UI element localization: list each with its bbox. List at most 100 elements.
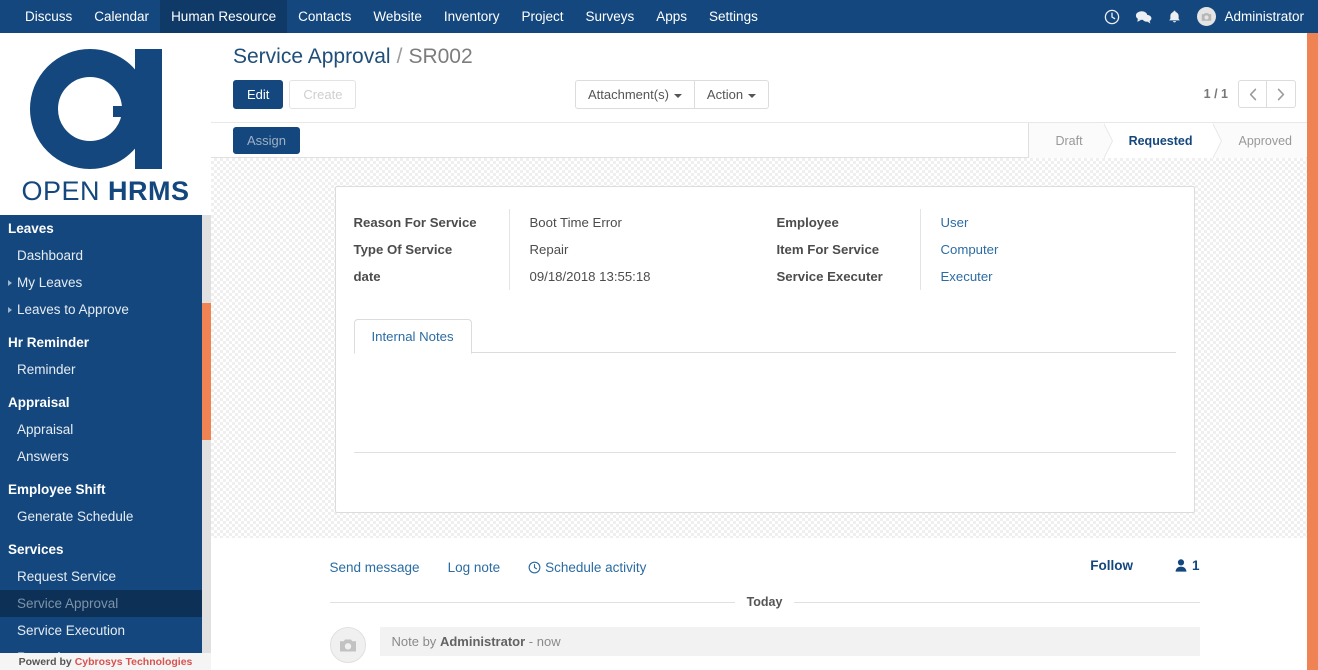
create-button[interactable]: Create (289, 80, 357, 109)
camera-avatar-icon (329, 627, 366, 663)
value-type-of-service: Repair (529, 242, 569, 257)
pager: 1 / 1 (1204, 80, 1296, 108)
open-hrms-key-logo-icon (16, 46, 196, 174)
chatter-follow-area: Follow 1 (1090, 558, 1199, 573)
stage-requested[interactable]: Requested (1102, 123, 1223, 159)
nav-item-discuss[interactable]: Discuss (14, 0, 83, 33)
sidebar-item-label: Reminder (17, 362, 76, 377)
sidebar-item-service-execution[interactable]: Service Execution (0, 617, 211, 644)
message-author: Administrator (439, 634, 526, 649)
schedule-activity-button[interactable]: Schedule activity (528, 560, 646, 575)
sidebar-scrollbar-thumb[interactable] (202, 303, 211, 440)
pager-previous-button[interactable] (1238, 80, 1267, 108)
sidebar-item-label: Appraisal (17, 422, 74, 437)
footer-brand-text: Cybrosys Technologies (74, 655, 193, 668)
top-navbar: Discuss Calendar Human Resource Contacts… (0, 0, 1318, 33)
sidebar-item-label: Dashboard (17, 248, 84, 263)
chevron-down-icon (673, 93, 682, 98)
sidebar-item-generate-schedule[interactable]: Generate Schedule (0, 503, 211, 530)
internal-notes-panel[interactable] (353, 353, 1176, 453)
form-toolbar: Edit Create Attachment(s) Action 1 / 1 (211, 69, 1318, 122)
schedule-activity-label: Schedule activity (545, 560, 647, 575)
tab-internal-notes[interactable]: Internal Notes (353, 319, 472, 354)
sidebar-group-services: Services (8, 542, 64, 557)
page-scrollbar-track[interactable] (1307, 33, 1318, 670)
value-service-executer[interactable]: Executer (941, 263, 1176, 290)
clock-icon (528, 561, 541, 574)
app-logo: OPEN HRMS (0, 33, 211, 215)
sidebar-item-answers[interactable]: Answers (0, 443, 211, 470)
nav-item-contacts[interactable]: Contacts (287, 0, 362, 33)
sidebar-item-label: Generate Schedule (17, 509, 134, 524)
messages-icon[interactable] (1135, 9, 1152, 25)
right-field-values: User Computer Executer (919, 209, 1176, 290)
footer-prefix-text: Powerd by (18, 655, 72, 668)
sidebar-item-label: Leaves to Approve (17, 302, 129, 317)
action-dropdown[interactable]: Action (694, 80, 770, 109)
pager-count: 1 / 1 (1203, 87, 1228, 101)
sidebar-item-appraisal[interactable]: Appraisal (0, 416, 211, 443)
nav-item-inventory[interactable]: Inventory (433, 0, 511, 33)
notebook-tabs: Internal Notes (353, 318, 1176, 354)
breadcrumb-parent[interactable]: Service Approval (233, 45, 391, 69)
divider-line-left (329, 601, 735, 603)
avatar (1197, 7, 1217, 26)
sidebar-item-reporting[interactable]: Reporting (0, 644, 211, 653)
followers-button[interactable]: 1 (1175, 558, 1200, 573)
nav-item-project[interactable]: Project (510, 0, 574, 33)
nav-item-apps[interactable]: Apps (645, 0, 698, 33)
label-item-for-service: Item For Service (776, 242, 880, 257)
nav-item-calendar[interactable]: Calendar (83, 0, 160, 33)
assign-button[interactable]: Assign (233, 126, 301, 154)
send-message-button[interactable]: Send message (330, 560, 420, 575)
log-note-button[interactable]: Log note (448, 560, 501, 575)
follow-button[interactable]: Follow (1090, 558, 1133, 573)
attachments-dropdown[interactable]: Attachment(s) (575, 80, 695, 109)
sidebar-item-service-approval[interactable]: Service Approval (0, 590, 211, 617)
edit-button[interactable]: Edit (233, 80, 284, 109)
value-item-for-service[interactable]: Computer (941, 236, 1176, 263)
message-header: Note by Administrator - now (379, 627, 1200, 656)
nav-item-surveys[interactable]: Surveys (574, 0, 645, 33)
chatter-actions: Send message Log note Schedule activity … (330, 538, 1200, 589)
sidebar-item-request-service[interactable]: Request Service (0, 563, 211, 590)
chatter: Send message Log note Schedule activity … (211, 538, 1318, 663)
field-column-left: Reason For Service Type Of Service date … (354, 209, 765, 290)
sidebar-group-hr-reminder: Hr Reminder (8, 335, 90, 350)
sidebar-item-label: Request Service (17, 569, 117, 584)
left-field-labels: Reason For Service Type Of Service date (354, 209, 509, 290)
value-reason-for-service: Boot Time Error (529, 215, 622, 230)
sidebar-item-dashboard[interactable]: Dashboard (0, 242, 211, 269)
divider-line-right (794, 601, 1200, 603)
pager-next-button[interactable] (1267, 80, 1296, 108)
sidebar-item-label: Answers (17, 449, 69, 464)
clock-icon[interactable] (1104, 9, 1120, 25)
page-scrollbar-thumb[interactable] (1307, 33, 1318, 670)
field-grid: Reason For Service Type Of Service date … (354, 209, 1176, 290)
pager-buttons (1238, 80, 1296, 108)
bell-icon[interactable] (1167, 9, 1182, 25)
field-column-right: Employee Item For Service Service Execut… (765, 209, 1176, 290)
breadcrumb-current: SR002 (408, 45, 473, 68)
user-name: Administrator (1224, 9, 1304, 24)
chatter-inner: Send message Log note Schedule activity … (329, 538, 1200, 663)
message-prefix: Note by (391, 634, 437, 649)
nav-item-website[interactable]: Website (362, 0, 433, 33)
nav-item-settings[interactable]: Settings (698, 0, 769, 33)
logo-wordmark: OPEN HRMS (21, 176, 189, 207)
sidebar-item-leaves-to-approve[interactable]: Leaves to Approve (0, 296, 211, 323)
stage-draft[interactable]: Draft (1029, 123, 1113, 159)
user-menu[interactable]: Administrator (1197, 7, 1304, 26)
sidebar-group-employee-shift: Employee Shift (8, 482, 106, 497)
nav-item-human-resource[interactable]: Human Resource (160, 0, 288, 33)
sidebar-item-my-leaves[interactable]: My Leaves (0, 269, 211, 296)
sidebar-menu: Leaves Dashboard My Leaves Leaves to App… (0, 215, 211, 653)
status-bar: Assign Draft Requested Approved (211, 122, 1318, 159)
stage-approved[interactable]: Approved (1212, 123, 1306, 159)
stage-bar: Draft Requested Approved (1028, 123, 1306, 159)
value-employee[interactable]: User (941, 209, 1176, 236)
sidebar-scrollbar-track[interactable] (202, 215, 211, 653)
sidebar-item-reminder[interactable]: Reminder (0, 356, 211, 383)
navbar-systray: Administrator (1104, 0, 1318, 33)
chevron-down-icon (748, 93, 757, 98)
